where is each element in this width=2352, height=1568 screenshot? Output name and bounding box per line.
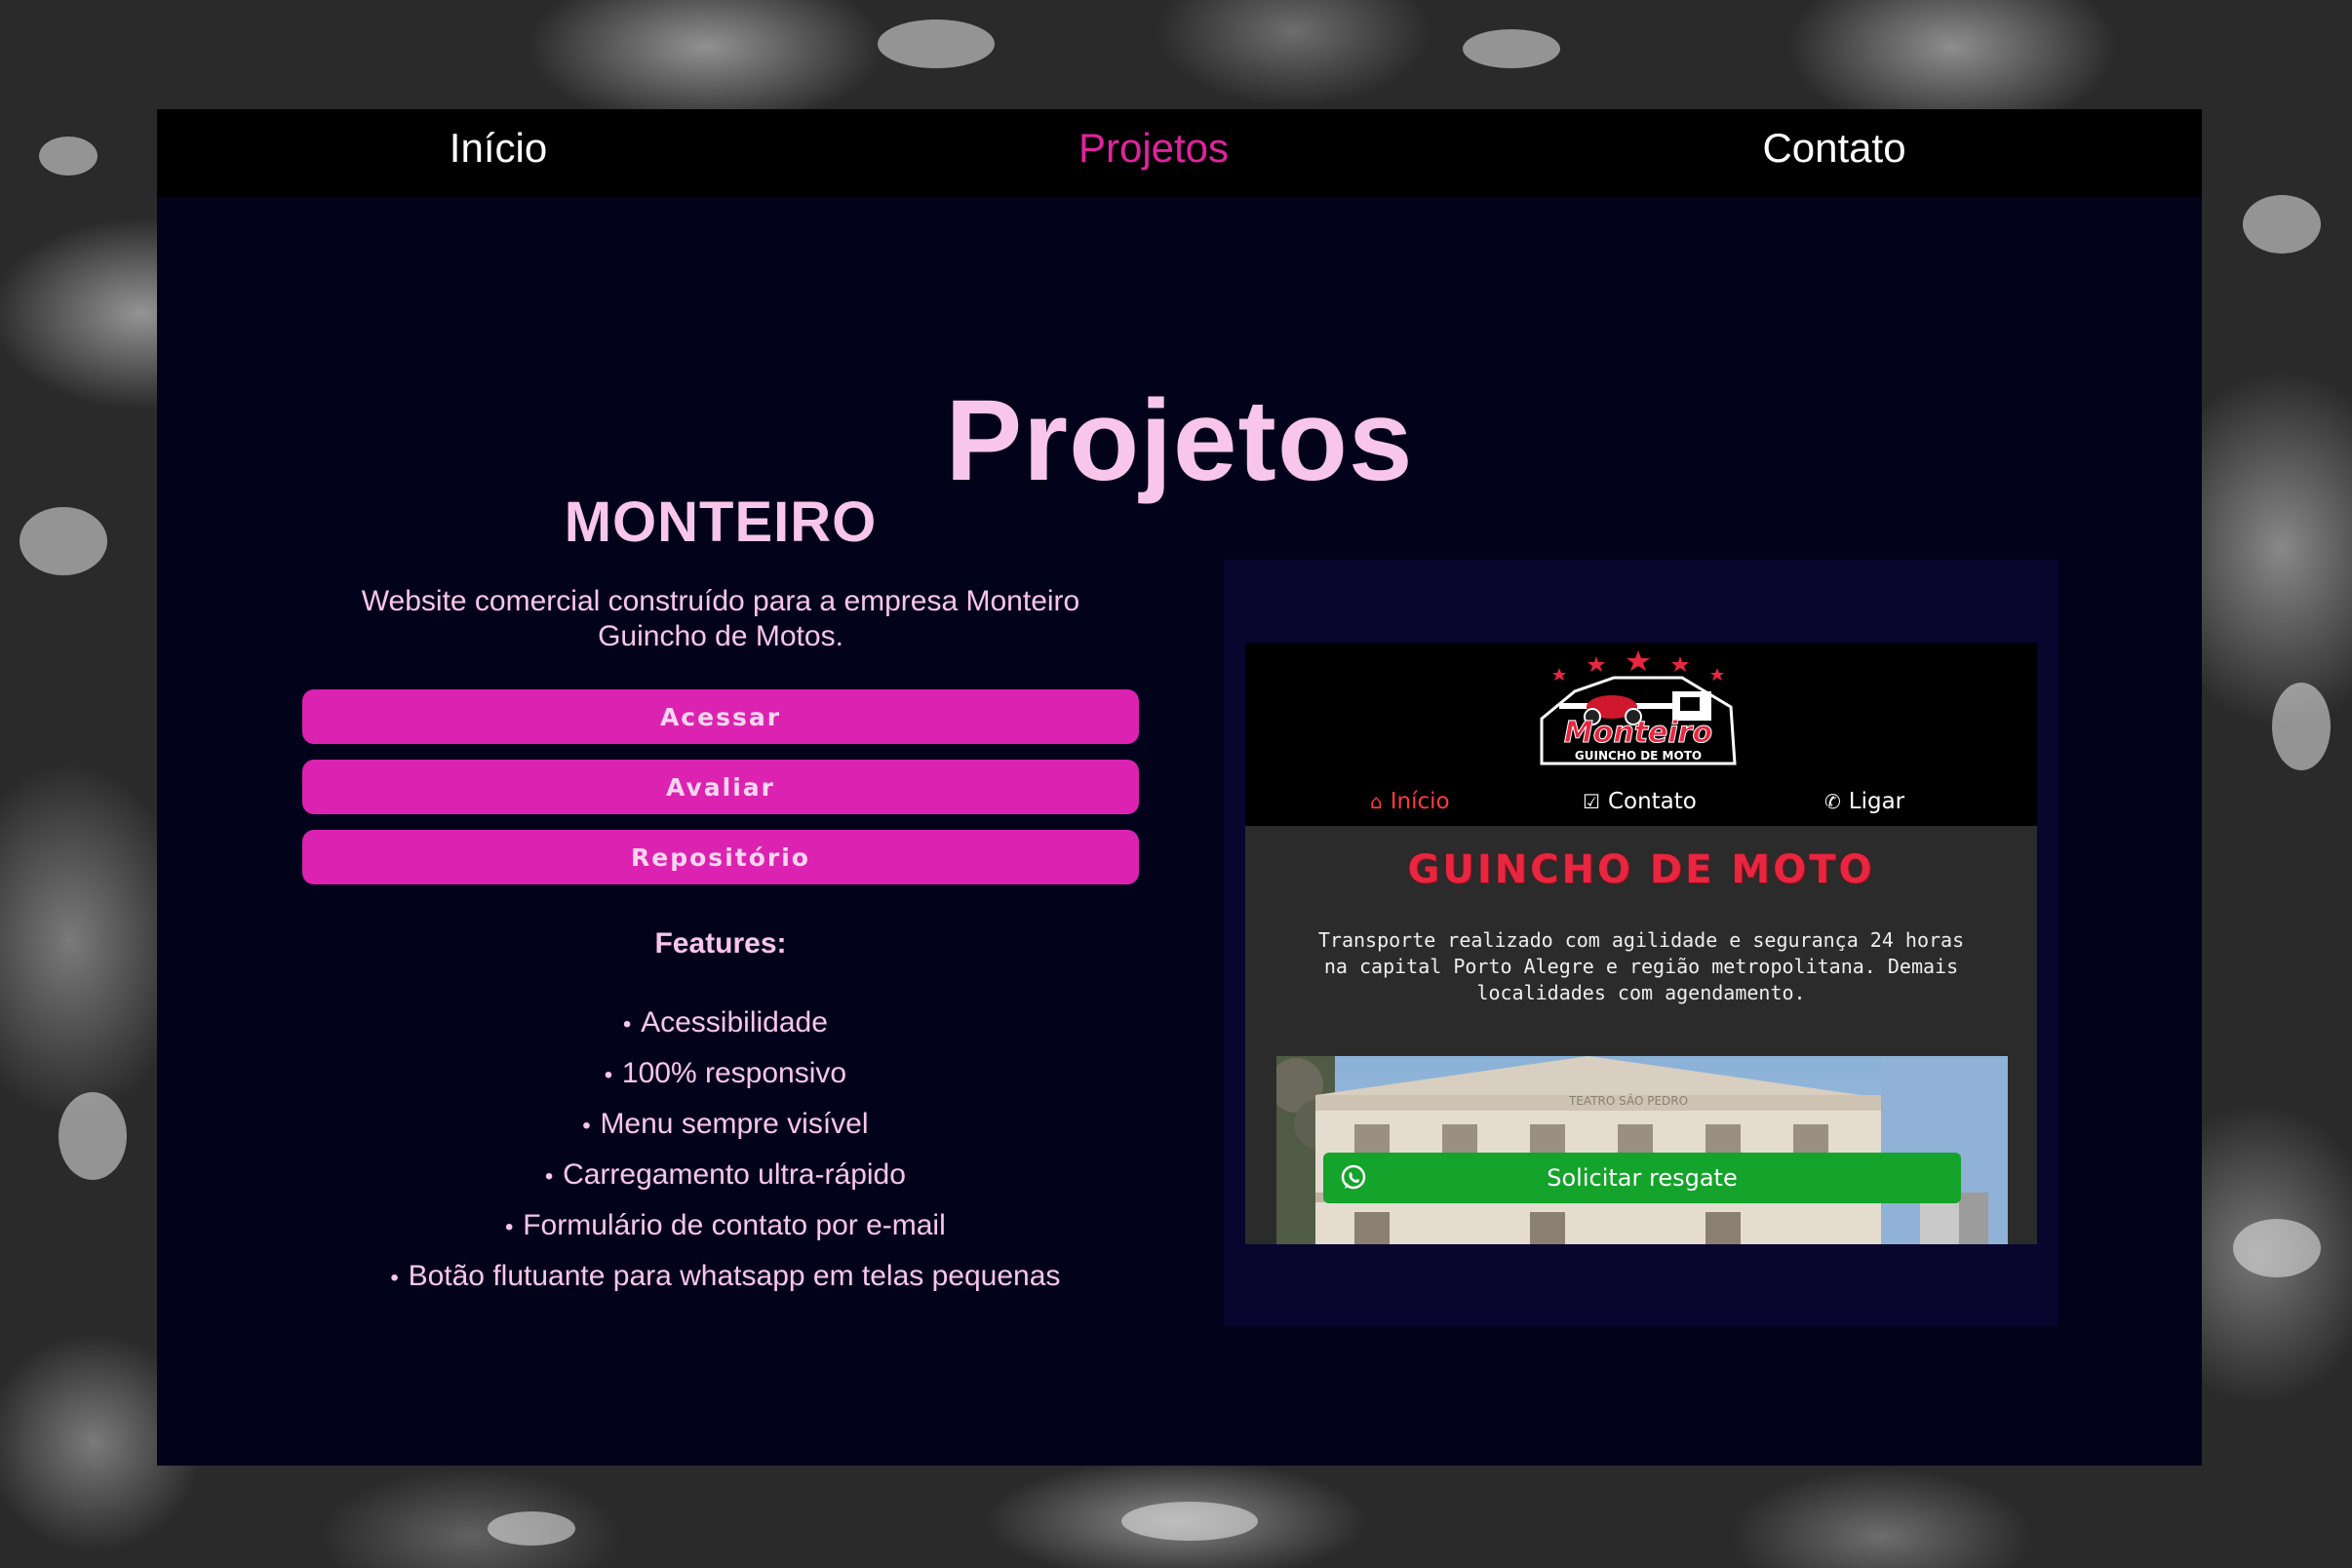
feature-item: • Carregamento ultra-rápido: [544, 1158, 906, 1191]
features-title: Features:: [654, 927, 787, 960]
repository-button[interactable]: Repositório: [302, 830, 1139, 884]
feature-item: • Botão flutuante para whatsapp em telas …: [390, 1260, 1061, 1292]
project-card: MONTEIRO Website comercial construído pa…: [302, 494, 1139, 1302]
preview-description: Transporte realizado com agilidade e seg…: [1304, 927, 1979, 1006]
preview-header: Monteiro GUINCHO DE MOTO ⌂ Início ☑ Contat…: [1245, 643, 2037, 826]
feature-label: 100% responsivo: [621, 1057, 847, 1089]
checkbox-icon: ☑: [1583, 790, 1600, 813]
project-description: Website comercial construído para a empr…: [361, 585, 1080, 652]
home-icon: ⌂: [1370, 790, 1383, 813]
project-preview-frame: Monteiro GUINCHO DE MOTO ⌂ Início ☑ Contat…: [1224, 560, 2058, 1326]
phone-icon: ✆: [1824, 790, 1841, 813]
request-rescue-button: Solicitar resgate: [1323, 1153, 1961, 1203]
review-button[interactable]: Avaliar: [302, 760, 1139, 814]
preview-description-line: localidades com agendamento.: [1476, 981, 1806, 1004]
feature-item: • Acessibilidade: [622, 1006, 828, 1039]
preview-headline: GUINCHO DE MOTO: [1407, 847, 1875, 892]
project-name: MONTEIRO: [564, 490, 878, 554]
theatre-sign: TEATRO SÃO PEDRO: [1568, 1093, 1688, 1108]
page-title: Projetos: [945, 376, 1414, 506]
feature-label: Botão flutuante para whatsapp em telas p…: [408, 1260, 1061, 1292]
feature-label: Acessibilidade: [641, 1006, 828, 1039]
feature-label: Menu sempre visível: [600, 1108, 869, 1140]
preview-description-line: Transporte realizado com agilidade e seg…: [1317, 928, 1965, 952]
preview-nav-ligar: ✆ Ligar: [1824, 789, 1904, 814]
feature-label: Formulário de contato por e-mail: [523, 1209, 946, 1241]
nav-link-projetos[interactable]: Projetos: [1078, 125, 1229, 172]
features-list: • Acessibilidade • 100% responsivo • Menu s…: [302, 998, 1139, 1302]
request-rescue-label: Solicitar resgate: [1547, 1164, 1738, 1192]
feature-label: Carregamento ultra-rápido: [563, 1158, 906, 1191]
feature-item: • Menu sempre visível: [582, 1108, 869, 1140]
feature-item: • 100% responsivo: [604, 1057, 847, 1089]
preview-nav-contato: ☑ Contato: [1583, 789, 1697, 814]
portfolio-window: Início Projetos Contato Projetos MONTEIR…: [157, 109, 2202, 1466]
preview-description-line: na capital Porto Alegre e região metropo…: [1323, 955, 1959, 978]
top-navigation: Início Projetos Contato: [157, 109, 2202, 197]
nav-link-inicio[interactable]: Início: [450, 125, 547, 172]
monteiro-logo: Monteiro GUINCHO DE MOTO: [1540, 650, 1737, 765]
whatsapp-icon: [1341, 1164, 1366, 1190]
feature-item: • Formulário de contato por e-mail: [505, 1209, 946, 1241]
preview-nav-ligar-label: Ligar: [1848, 789, 1905, 814]
nav-link-contato[interactable]: Contato: [1762, 125, 1905, 172]
building-illustration: TEATRO SÃO PEDRO: [1276, 1056, 2008, 1244]
svg-text:Monteiro: Monteiro: [1564, 716, 1712, 750]
svg-text:GUINCHO DE MOTO: GUINCHO DE MOTO: [1575, 749, 1702, 763]
preview-nav-contato-label: Contato: [1607, 789, 1697, 814]
preview-building-photo: TEATRO SÃO PEDRO Solicitar resgate: [1276, 1056, 2008, 1244]
preview-nav-inicio-label: Início: [1390, 789, 1450, 814]
preview-nav-inicio: ⌂ Início: [1370, 789, 1450, 814]
project-screenshot: Monteiro GUINCHO DE MOTO ⌂ Início ☑ Contat…: [1245, 643, 2037, 1244]
access-button[interactable]: Acessar: [302, 689, 1139, 744]
